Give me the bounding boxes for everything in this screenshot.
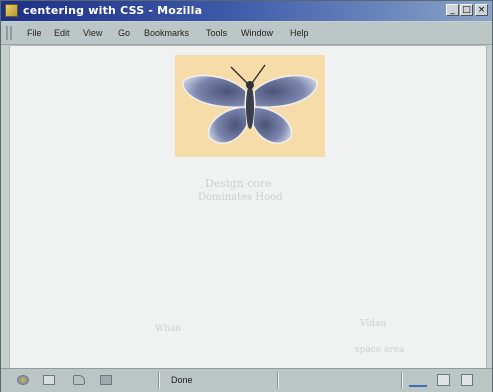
menu-tools[interactable]: Tools (206, 28, 227, 38)
ghost-text: Dominates Hood (198, 192, 283, 203)
status-divider (401, 372, 403, 389)
mail-icon[interactable] (43, 375, 55, 385)
butterfly-image (175, 55, 325, 157)
title-bar[interactable]: centering with CSS - Mozilla _ □ × (1, 1, 492, 21)
browser-window: centering with CSS - Mozilla _ □ × File … (0, 0, 493, 392)
menu-help[interactable]: Help (290, 28, 309, 38)
resize-grip-icon[interactable] (461, 374, 473, 386)
menu-file[interactable]: File (27, 28, 42, 38)
status-text: Done (171, 375, 193, 385)
minimize-button[interactable]: _ (446, 4, 459, 16)
security-icon[interactable] (437, 374, 450, 386)
maximize-button[interactable]: □ (460, 4, 473, 16)
ghost-text: Whao (155, 324, 181, 334)
butterfly-graphic (182, 64, 318, 144)
ghost-text: Vidan (360, 319, 387, 329)
app-icon[interactable] (5, 4, 18, 17)
menu-view[interactable]: View (83, 28, 102, 38)
ghost-text: Design core (205, 177, 272, 190)
address-book-icon[interactable] (100, 375, 112, 385)
online-icon[interactable] (409, 375, 427, 387)
menu-edit[interactable]: Edit (54, 28, 70, 38)
status-divider (158, 372, 160, 389)
menu-window[interactable]: Window (241, 28, 273, 38)
ghost-text: space area (355, 345, 405, 355)
navigator-icon[interactable] (17, 375, 29, 385)
page-content[interactable]: Design core Dominates Hood Vidan Whao sp… (9, 45, 487, 369)
menu-bookmarks[interactable]: Bookmarks (144, 28, 189, 38)
menu-go[interactable]: Go (118, 28, 130, 38)
window-title: centering with CSS - Mozilla (23, 4, 203, 17)
status-divider (277, 372, 279, 389)
status-bar: Done (1, 368, 492, 392)
close-button[interactable]: × (475, 4, 488, 16)
menu-bar: File Edit View Go Bookmarks Tools Window… (1, 22, 492, 45)
progress-meter (287, 374, 391, 386)
toolbar-grip[interactable] (6, 26, 12, 40)
composer-icon[interactable] (73, 375, 85, 385)
